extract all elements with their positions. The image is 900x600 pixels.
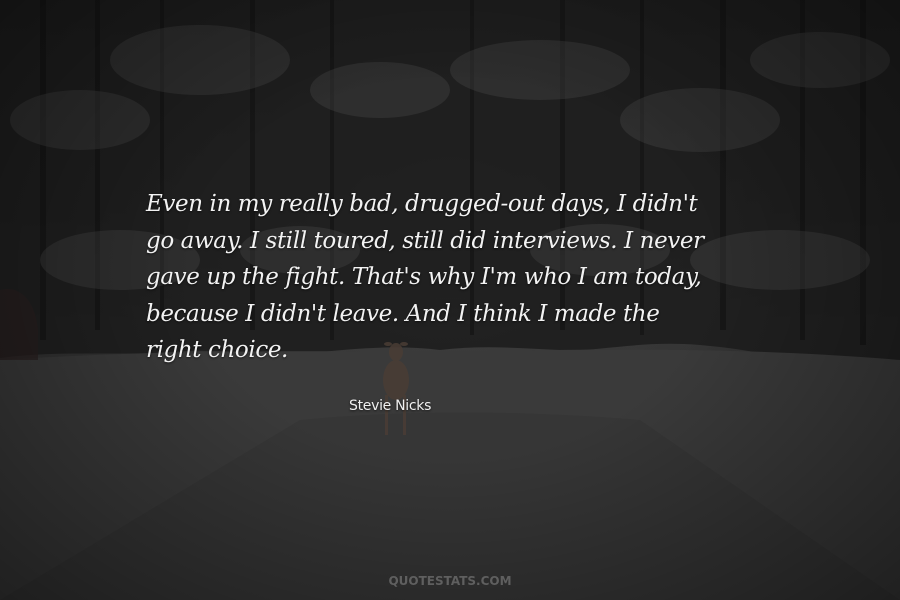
quote-text: Even in my really bad, drugged-out days,… — [146, 186, 786, 369]
quote-line-5: right choice. — [146, 337, 288, 363]
quote-image: Even in my really bad, drugged-out days,… — [0, 0, 900, 600]
quote-line-3: gave up the fight. That's why I'm who I … — [146, 264, 702, 290]
quote-line-2: go away. I still toured, still did inter… — [146, 227, 704, 254]
site-watermark: QUOTESTATS.COM — [388, 574, 512, 588]
quote-author: Stevie Nicks — [349, 398, 432, 414]
quote-line-4: because I didn't leave. And I think I ma… — [146, 300, 660, 327]
quote-line-1: Even in my really bad, drugged-out days,… — [146, 191, 698, 217]
